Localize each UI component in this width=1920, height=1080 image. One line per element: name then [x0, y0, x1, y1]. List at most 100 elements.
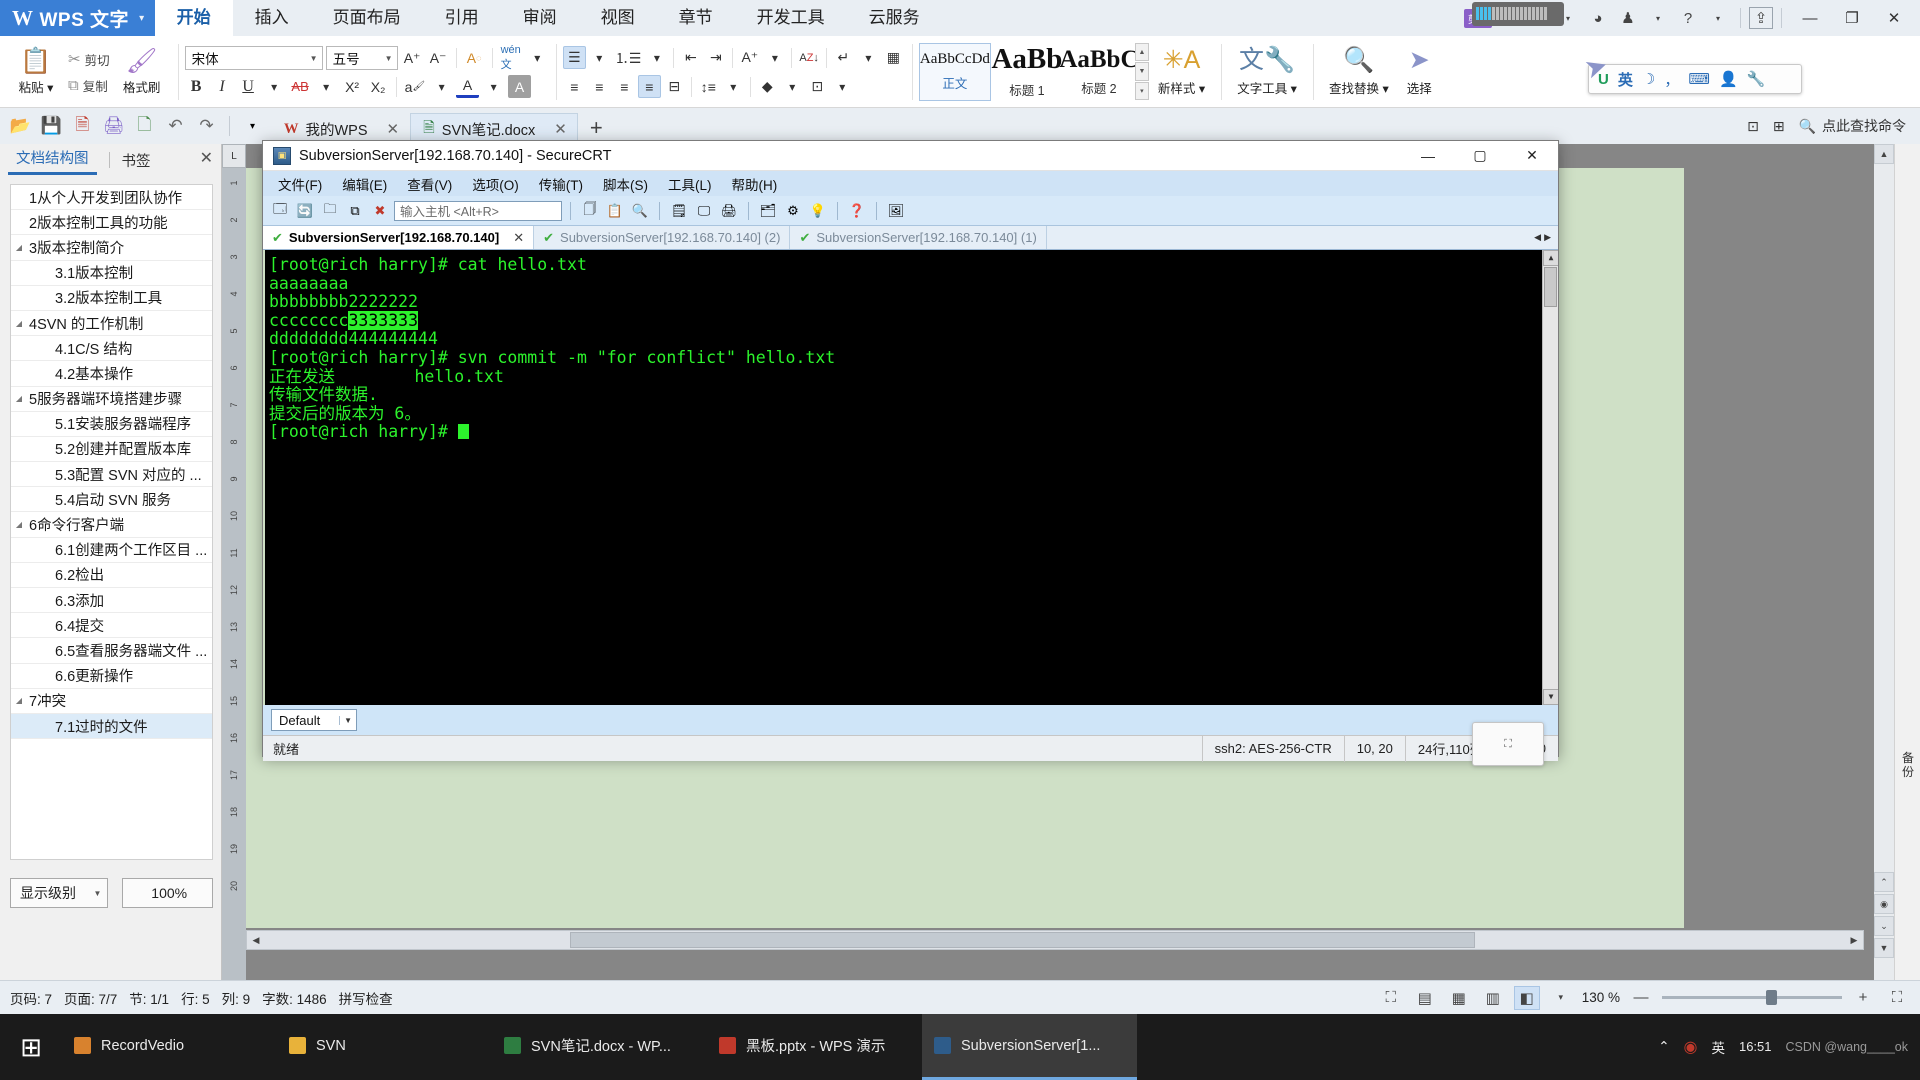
taskbar-item-recordvedio[interactable]: RecordVedio [62, 1014, 277, 1080]
session-tab-3[interactable]: ✔ SubversionServer[192.168.70.140] (1) [790, 226, 1047, 249]
window-maximize-button[interactable]: ❐ [1832, 0, 1872, 36]
window-close-button[interactable]: ✕ [1874, 0, 1914, 36]
outline-item[interactable]: ◢ 3版本控制简介 [11, 235, 212, 261]
ribbon-tab-cloud[interactable]: 云服务 [847, 0, 942, 36]
outline-item[interactable]: 5.2创建并配置版本库 [11, 437, 212, 463]
tray-expand-icon[interactable]: ⌃ [1658, 1039, 1669, 1055]
menu-view[interactable]: 查看(V) [398, 172, 461, 196]
print-preview-icon[interactable]: 🗋 [130, 112, 159, 141]
document-outline-tree[interactable]: 1从个人开发到团队协作 2版本控制工具的功能 ◢ 3版本控制简介 3.1版本控制 3.2版… [10, 184, 213, 860]
taskbar-item-blackboard-pptx[interactable]: 黑板.pptx - WPS 演示 [707, 1014, 922, 1080]
wps-brand-logo[interactable]: W WPS 文字 ▾ [0, 0, 155, 36]
pinyin-guide-button[interactable]: wén 文 [499, 44, 523, 71]
menu-options[interactable]: 选项(O) [463, 172, 528, 196]
split-view-icon[interactable]: ⊞ [1773, 118, 1785, 135]
open-folder-icon[interactable]: 🗀 [319, 200, 341, 222]
save-as-pdf-icon[interactable]: 🗎 [68, 112, 97, 141]
ribbon-tab-view[interactable]: 视图 [579, 0, 657, 36]
chevron-down-icon[interactable]: ▾ [1644, 3, 1672, 33]
ime-punctuation-icon[interactable]: ， [1664, 69, 1679, 90]
command-search-box[interactable]: 🔍 点此查找命令 [1799, 116, 1906, 136]
copy-icon[interactable]: 🗍 [579, 200, 601, 222]
chevron-down-icon[interactable]: ▾ [315, 75, 338, 98]
bold-button[interactable]: B [185, 75, 208, 98]
chevron-down-icon[interactable]: ▾ [430, 75, 453, 98]
outline-item[interactable]: ◢ 6命令行客户端 [11, 512, 212, 538]
select-button[interactable]: ➤ 选择 [1398, 47, 1441, 97]
view-outline-icon[interactable]: ◧ [1513, 985, 1540, 1010]
undo-icon[interactable]: ↶ [161, 112, 190, 141]
outline-item[interactable]: ◢ 4SVN 的工作机制 [11, 311, 212, 337]
italic-button[interactable]: I [211, 75, 234, 98]
find-replace-button[interactable]: 🔍 查找替换 ▾ [1320, 47, 1398, 97]
shading-button[interactable]: ◆ [756, 75, 779, 98]
find-icon[interactable]: 🔍 [629, 200, 651, 222]
doc-tab-close-icon[interactable]: ✕ [554, 120, 567, 138]
outline-item[interactable]: 6.6更新操作 [11, 664, 212, 689]
session-tab-close-icon[interactable]: ✕ [513, 230, 524, 246]
ribbon-tab-review[interactable]: 审阅 [501, 0, 579, 36]
sort-button[interactable]: A Z ↓ [797, 46, 821, 69]
host-input[interactable]: 输入主机 <Alt+R> [394, 200, 562, 221]
scroll-left-icon[interactable]: ◀ [247, 935, 265, 946]
zoom-in-button[interactable]: + [1850, 986, 1876, 1010]
expand-triangle-icon[interactable]: ◢ [11, 696, 27, 705]
open-folder-icon[interactable]: 📂 [6, 112, 35, 141]
securecrt-minimize-button[interactable]: — [1402, 141, 1454, 171]
taskbar-item-svn[interactable]: SVN [277, 1014, 492, 1080]
globe-icon[interactable]: ◕ [1584, 3, 1612, 33]
paste-button[interactable]: 📋 粘贴 ▾ [7, 48, 65, 96]
select-browse-object-icon[interactable]: ◉ [1874, 894, 1894, 914]
underline-button[interactable]: U [237, 75, 260, 98]
fit-page-icon[interactable]: ⛶ [1884, 986, 1910, 1010]
menu-edit[interactable]: 编辑(E) [333, 172, 396, 196]
ime-user-icon[interactable]: 👤 [1719, 70, 1738, 88]
horizontal-scroll-thumb[interactable] [570, 932, 1476, 948]
chevron-down-icon[interactable]: ▾ [645, 46, 668, 69]
cut-button[interactable]: ✂ 剪切 [68, 50, 110, 69]
tip-of-day-icon[interactable]: 💡 [807, 200, 829, 222]
share-upload-icon[interactable]: ⇪ [1749, 7, 1773, 29]
chevron-down-icon[interactable]: ▾ [482, 75, 505, 98]
character-shading-button[interactable]: a 🖌 [403, 75, 428, 98]
style-gallery-scroll[interactable]: ▲ ▼ ▾ [1134, 43, 1149, 101]
window-minimize-button[interactable]: — [1790, 0, 1830, 36]
terminal-scroll-up-icon[interactable]: ▲ [1543, 250, 1558, 266]
chevron-down-icon[interactable]: ▾ [857, 46, 880, 69]
font-size-select[interactable]: 五号 ▼ [325, 46, 398, 70]
style-heading-2[interactable]: AaBbC 标题 2 [1059, 43, 1138, 101]
style-more-icon[interactable]: ▾ [1134, 81, 1149, 100]
tray-clock[interactable]: 16:51 [1739, 1039, 1772, 1055]
outline-item[interactable]: 6.2检出 [11, 563, 212, 588]
ime-moon-icon[interactable]: ☽ [1642, 70, 1655, 88]
show-formatting-marks-button[interactable]: ↵ [832, 46, 855, 69]
menu-transfer[interactable]: 传输(T) [530, 172, 592, 196]
subscript-button[interactable]: X₂ [367, 75, 390, 98]
clone-session-icon[interactable]: ⧉ [344, 200, 366, 222]
chevron-down-icon[interactable]: ▾ [763, 46, 786, 69]
increase-indent-button[interactable]: ⇥ [704, 46, 727, 69]
zoom-slider-knob[interactable] [1766, 990, 1777, 1005]
screen-capture-popup[interactable]: ⛶ [1472, 722, 1544, 766]
taskbar-item-subversionserver[interactable]: SubversionServer[1... [922, 1014, 1137, 1080]
font-color-button[interactable]: A [456, 75, 480, 98]
terminal-scrollbar[interactable]: ▲ ▼ [1542, 250, 1558, 705]
outline-item[interactable]: 6.1创建两个工作区目 ... [11, 538, 212, 563]
shirt-skin-icon[interactable]: ♟ [1614, 3, 1642, 33]
style-normal[interactable]: AaBbCcDd 正文 [918, 43, 991, 101]
save-icon[interactable]: 💾 [37, 112, 66, 141]
outline-item[interactable]: 7.1过时的文件 [11, 713, 212, 740]
copy-button[interactable]: ⧉ 复制 [68, 76, 110, 95]
tab-document-map[interactable]: 文档结构图 [8, 145, 97, 175]
paste-icon[interactable]: 📋 [604, 200, 626, 222]
global-options-icon[interactable]: ⚙ [782, 200, 804, 222]
scroll-down-icon[interactable]: ▼ [1874, 938, 1894, 958]
bullets-button[interactable]: ☰ [562, 46, 586, 69]
outline-item[interactable]: 6.5查看服务器端文件 ... [11, 638, 212, 664]
redo-icon[interactable]: ↷ [192, 112, 221, 141]
quick-access-more-icon[interactable]: ▾ [238, 112, 267, 141]
scroll-down-icon[interactable]: ▼ [1134, 62, 1149, 81]
outline-item[interactable]: 5.1安装服务器端程序 [11, 412, 212, 437]
align-justify-button[interactable]: ≡ [637, 75, 661, 98]
zoom-out-button[interactable]: — [1628, 986, 1654, 1010]
